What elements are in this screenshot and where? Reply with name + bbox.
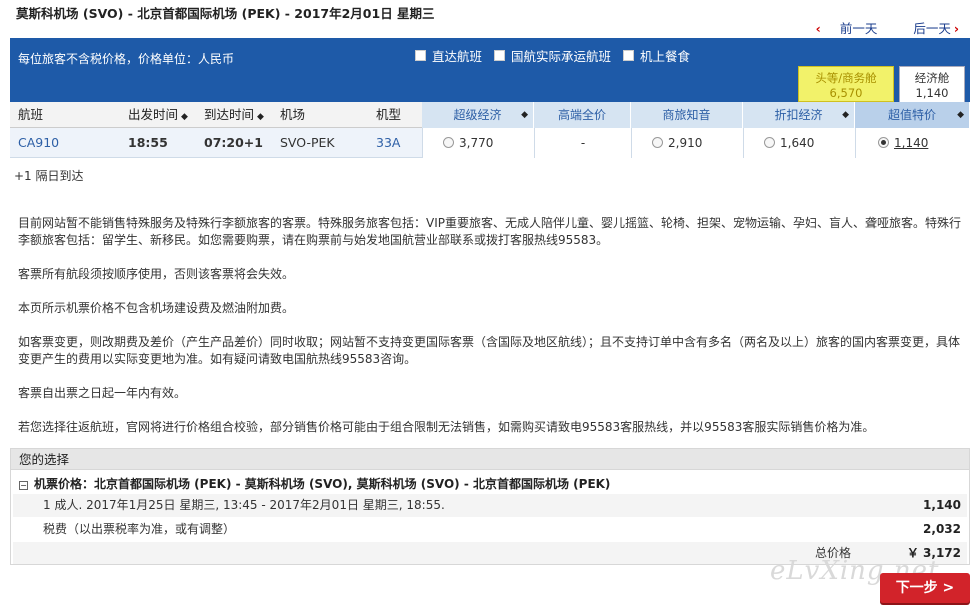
flight-table-header: 航班 出发时间 ◆ 到达时间 ◆ 机场 机型 超级经济 ◆ 高端全价 商旅知音 折扣经… (10, 102, 970, 128)
filter-label: 机上餐食 (640, 49, 691, 64)
notice-item: 如客票变更，则改期费及差价（产生产品差价）同时收取；网站暂不支持变更国际客票（含… (18, 335, 961, 366)
table-row: CA910 18:55 07:20+1 SVO-PEK 33A 3,770 - … (10, 128, 970, 158)
col-depart[interactable]: 出发时间 ◆ (128, 102, 188, 128)
fare-option-discount-economy[interactable]: 1,640 (743, 128, 855, 158)
route-label: 机票价格：北京首都国际机场 (PEK) - 莫斯科机场 (SVO), 莫斯科机场… (34, 477, 611, 491)
filter-meal[interactable]: 机上餐食 (623, 46, 690, 65)
fare-col-label: 高端全价 (557, 108, 606, 122)
cabin-price: 6,570 (829, 86, 863, 100)
selection-summary: 您的选择 − 机票价格：北京首都国际机场 (PEK) - 莫斯科机场 (SVO),… (10, 448, 970, 565)
cabin-label: 头等/商务舱 (815, 71, 877, 85)
notice-item: 本页所示机票价格不包含机场建设费及燃油附加费。 (18, 301, 295, 315)
fare-col-discount-economy[interactable]: 折扣经济 ◆ (743, 102, 855, 128)
fare-option-super-value[interactable]: 1,140 (855, 128, 970, 158)
passenger-detail: 1 成人. 2017年1月25日 星期三, 13:45 - 2017年2月01日… (43, 498, 445, 512)
depart-time: 18:55 (128, 135, 168, 150)
fare-price: 2,910 (668, 136, 703, 150)
next-day-link[interactable]: 后一天 › (897, 21, 959, 36)
radio-icon[interactable] (764, 137, 775, 148)
cabin-label: 经济舱 (914, 71, 950, 85)
chevron-left-icon: ‹ (815, 21, 821, 36)
col-aircraft: 机型 (376, 107, 402, 122)
notice-item: 客票所有航段须按顺序使用，否则该客票将会失效。 (18, 267, 295, 281)
prev-day-link[interactable]: ‹ 前一天 (800, 21, 878, 36)
col-label: 出发时间 (128, 107, 179, 122)
notice-item: 目前网站暂不能销售特殊服务及特殊行李额旅客的客票。特殊服务旅客包括：VIP重要旅… (18, 216, 961, 247)
notice-item: 客票自出票之日起一年内有效。 (18, 386, 187, 400)
fare-col-label: 商旅知音 (662, 108, 711, 122)
fare-price: 1,140 (894, 136, 929, 150)
tax-line: 税费（以出票税率为准，或有调整） 2,032 (13, 518, 967, 541)
cabin-tab-economy[interactable]: 经济舱 1,140 (899, 66, 965, 102)
chevron-right-icon: › (953, 21, 959, 36)
day-navigation: ‹ 前一天 后一天 › (784, 18, 959, 37)
sort-icon: ◆ (257, 112, 264, 122)
filter-checkboxes: 直达航班 国航实际承运航班 机上餐食 (415, 46, 690, 65)
filter-air-china-operated[interactable]: 国航实际承运航班 (494, 46, 611, 65)
fare-filter-bar: 每位旅客不含税价格，价格单位：人民币 直达航班 国航实际承运航班 机上餐食 头等… (10, 38, 970, 102)
next-step-button[interactable]: 下一步 > (880, 573, 970, 603)
notice-list: 目前网站暂不能销售特殊服务及特殊行李额旅客的客票。特殊服务旅客包括：VIP重要旅… (18, 215, 963, 453)
fare-col-label: 超级经济 (453, 108, 502, 122)
checkbox-icon[interactable] (623, 50, 635, 61)
radio-icon[interactable] (443, 137, 454, 148)
route-title: 莫斯科机场 (SVO) - 北京首都国际机场 (PEK) - 2017年2月01… (16, 6, 435, 21)
radio-icon[interactable] (652, 137, 663, 148)
aircraft-link[interactable]: 33A (376, 128, 400, 158)
fare-option-business-traveler[interactable]: 2,910 (631, 128, 743, 158)
sort-icon: ◆ (521, 110, 528, 120)
col-flight: 航班 (18, 107, 44, 122)
col-label: 到达时间 (204, 107, 255, 122)
notice-item: 若您选择往返航班，官网将进行价格组合校验，部分销售价格可能由于组合限制无法销售，… (18, 420, 875, 434)
prev-day-label: 前一天 (839, 21, 878, 36)
flight-number-link[interactable]: CA910 (18, 128, 59, 158)
fare-price: 1,640 (780, 136, 815, 150)
fare-col-premium-full[interactable]: 高端全价 (534, 102, 631, 128)
sort-icon: ◆ (181, 112, 188, 122)
col-airport: 机场 (280, 107, 306, 122)
fare-col-business-traveler[interactable]: 商旅知音 (631, 102, 743, 128)
radio-selected-icon[interactable] (878, 137, 889, 148)
fare-unavailable: - (534, 128, 631, 158)
next-day-label: 后一天 (913, 21, 951, 36)
tax-amount: 2,032 (923, 522, 961, 536)
passenger-fare-line: 1 成人. 2017年1月25日 星期三, 13:45 - 2017年2月01日… (13, 494, 967, 517)
price-note: 每位旅客不含税价格，价格单位：人民币 (18, 52, 235, 66)
cabin-tab-business[interactable]: 头等/商务舱 6,570 (798, 66, 894, 102)
fare-col-label: 折扣经济 (774, 108, 823, 122)
fare-option-super-economy[interactable]: 3,770 (422, 128, 534, 158)
cabin-price: 1,140 (915, 86, 949, 100)
checkbox-icon[interactable] (494, 50, 506, 61)
fare-price: 3,770 (459, 136, 494, 150)
selection-route: − 机票价格：北京首都国际机场 (PEK) - 莫斯科机场 (SVO), 莫斯科机… (19, 475, 610, 492)
filter-direct[interactable]: 直达航班 (415, 46, 482, 65)
airport-code: SVO-PEK (280, 135, 335, 150)
fare-col-label: 超值特价 (887, 108, 936, 122)
tax-label: 税费（以出票税率为准，或有调整） (43, 522, 236, 536)
collapse-icon[interactable]: − (19, 481, 28, 490)
passenger-amount: 1,140 (923, 498, 961, 512)
fare-col-super-economy[interactable]: 超级经济 ◆ (422, 102, 534, 128)
col-arrive[interactable]: 到达时间 ◆ (204, 102, 264, 128)
filter-label: 国航实际承运航班 (511, 49, 612, 64)
sort-icon: ◆ (957, 110, 964, 120)
fare-col-super-value[interactable]: 超值特价 ◆ (855, 102, 970, 128)
filter-label: 直达航班 (432, 49, 483, 64)
checkbox-icon[interactable] (415, 50, 426, 61)
next-day-note: +1 隔日到达 (14, 169, 84, 183)
arrive-time: 07:20+1 (204, 135, 263, 150)
sort-icon: ◆ (842, 110, 849, 120)
selection-heading: 您的选择 (11, 449, 969, 470)
